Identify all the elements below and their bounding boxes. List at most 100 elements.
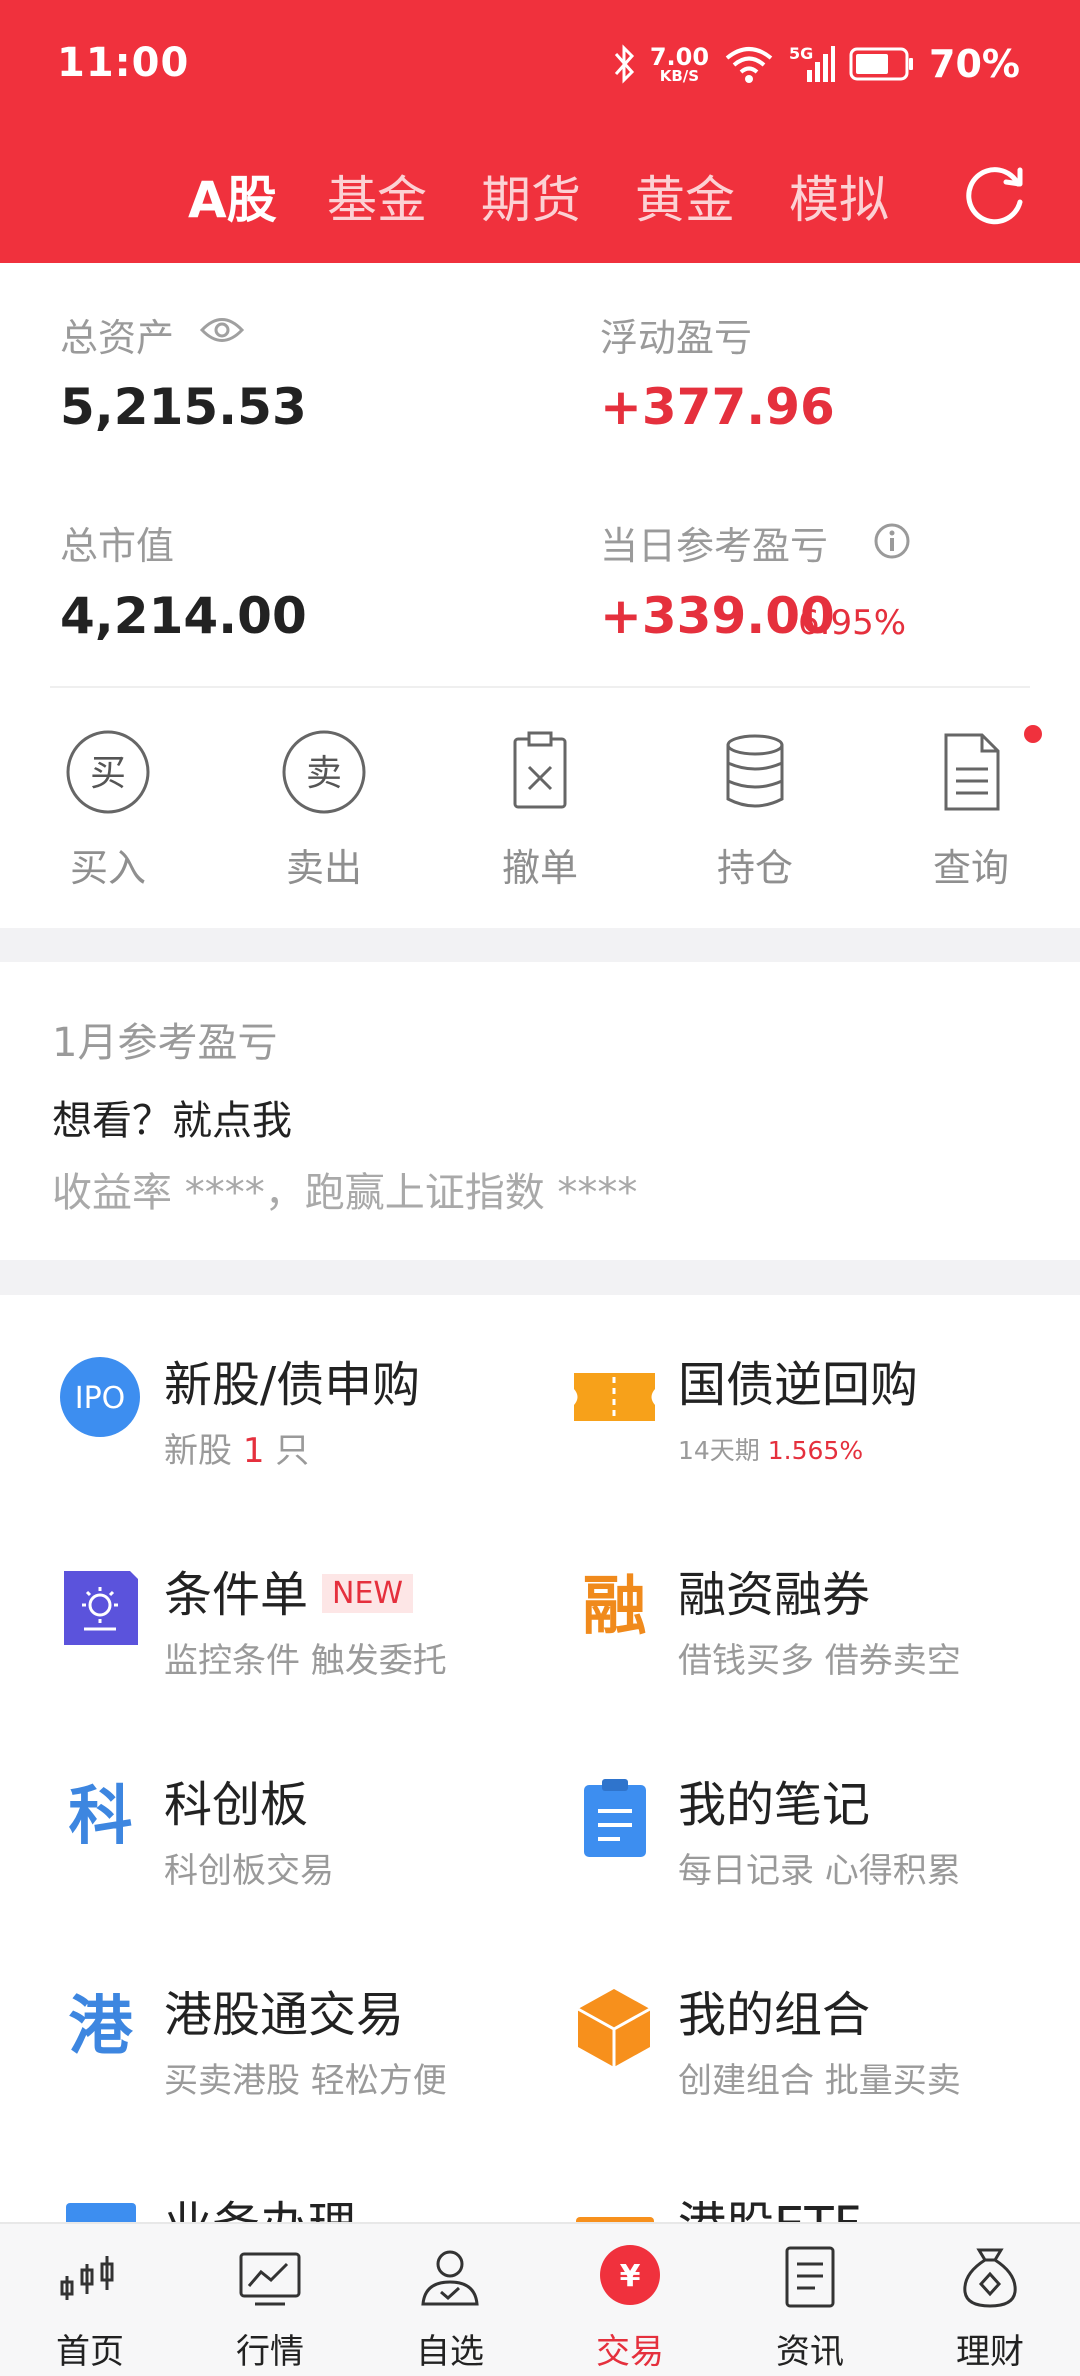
conditional-title: 条件单 NEW: [164, 1555, 414, 1625]
bluetooth-icon: [614, 44, 634, 84]
buy-icon-glyph: 买: [90, 753, 126, 794]
notes-title: 我的笔记: [678, 1777, 871, 1833]
portfolio-subtitle: 创建组合 批量买卖: [678, 2061, 961, 2101]
cellular-signal: 5G: [789, 44, 836, 84]
holdings-icon: [726, 734, 784, 808]
my-portfolio[interactable]: 我的组合 创建组合 批量买卖: [572, 1975, 1032, 2125]
star-market-icon: 科: [68, 1780, 133, 1854]
repo-rate: 1.565%: [767, 1436, 864, 1465]
header: 11:00 7.00 KB/S 5G 70% A股 基金 期货 黄金 模拟: [0, 0, 1080, 263]
monthly-pl-summary: 收益率 ****，跑赢上证指数 ****: [52, 1170, 638, 1216]
divider: [50, 686, 1030, 688]
hk-title: 港股通交易: [164, 1987, 405, 2043]
business-handling[interactable]: 业务办理: [58, 2185, 518, 2225]
nav-news[interactable]: 资讯: [730, 2242, 890, 2373]
notification-dot: [1024, 725, 1042, 743]
tab-gold[interactable]: 黄金: [635, 160, 735, 232]
tab-a-shares[interactable]: A股: [188, 160, 277, 232]
margin-trading-icon: 融: [582, 1570, 647, 1644]
nav-news-label: 资讯: [776, 2332, 844, 2372]
hk-etf[interactable]: 港股ETF: [572, 2185, 1032, 2225]
cancel-order-icon: [513, 731, 567, 809]
cancel-order-button[interactable]: 撤单: [440, 727, 640, 892]
holdings-button[interactable]: 持仓: [655, 727, 855, 892]
sell-label: 卖出: [285, 846, 362, 890]
trade-yuan-icon: ¥: [600, 2245, 660, 2305]
my-notes[interactable]: 我的笔记 每日记录 心得积累: [572, 1765, 1032, 1915]
ipo-subscription[interactable]: IPO 新股/债申购 新股 1 只: [58, 1345, 518, 1495]
cancel-order-label: 撤单: [501, 846, 578, 890]
monthly-pl-card[interactable]: 1月参考盈亏 想看？就点我 收益率 ****，跑赢上证指数 ****: [0, 962, 1080, 1260]
total-assets-value: 5,215.53: [60, 378, 307, 436]
sell-button[interactable]: 卖 卖出: [224, 727, 424, 892]
nav-wealth[interactable]: 理财: [910, 2242, 1070, 2373]
watchlist-person-icon: [421, 2250, 479, 2306]
ipo-title: 新股/债申购: [164, 1357, 421, 1413]
assets-panel: 总资产 5,215.53 浮动盈亏 +377.96 总市值 4,214.00 当…: [0, 263, 1080, 928]
nav-market[interactable]: 行情: [190, 2242, 350, 2373]
nav-wealth-label: 理财: [956, 2332, 1024, 2372]
conditional-subtitle: 监控条件 触发委托: [164, 1641, 447, 1681]
market-value-value: 4,214.00: [60, 587, 307, 645]
star-market[interactable]: 科 科创板 科创板交易: [58, 1765, 518, 1915]
nav-watchlist-label: 自选: [416, 2332, 484, 2372]
query-button[interactable]: 查询: [871, 727, 1071, 892]
hk-subtitle: 买卖港股 轻松方便: [164, 2061, 447, 2101]
treasury-reverse-repo[interactable]: 国债逆回购 14天期 1.565%: [572, 1345, 1032, 1495]
margin-subtitle: 借钱买多 借券卖空: [678, 1641, 961, 1681]
monthly-pl-title: 1月参考盈亏: [52, 1020, 278, 1066]
hk-connect-icon: 港: [68, 1990, 133, 2064]
market-chart-icon: [239, 2252, 301, 2306]
repo-subtitle: 14天期 1.565%: [678, 1436, 864, 1465]
nav-home[interactable]: 首页: [10, 2242, 170, 2373]
ipo-icon-text: IPO: [75, 1381, 126, 1416]
query-label: 查询: [932, 846, 1009, 890]
tab-futures[interactable]: 期货: [481, 160, 581, 232]
ipo-subtitle: 新股 1 只: [164, 1431, 310, 1471]
total-assets-label: 总资产: [60, 316, 175, 360]
tab-simulation[interactable]: 模拟: [789, 160, 889, 232]
new-badge: NEW: [322, 1574, 414, 1613]
hk-etf-title: 港股ETF: [678, 2197, 862, 2225]
ticket-icon: [574, 1373, 655, 1421]
nav-market-label: 行情: [236, 2332, 304, 2372]
ipo-count: 1: [242, 1431, 265, 1471]
nav-trade[interactable]: ¥ 交易: [550, 2242, 710, 2373]
hk-etf-icon: [576, 2217, 654, 2225]
clipboard-icon: [584, 1779, 646, 1857]
refresh-icon[interactable]: [960, 160, 1030, 230]
hk-connect-trading[interactable]: 港 港股通交易 买卖港股 轻松方便: [58, 1975, 518, 2125]
nav-watchlist[interactable]: 自选: [370, 2242, 530, 2373]
business-icon: [66, 2203, 136, 2225]
conditional-order[interactable]: 条件单 NEW 监控条件 触发委托: [58, 1555, 518, 1705]
status-time: 11:00: [57, 40, 190, 86]
monthly-pl-prompt[interactable]: 想看？就点我: [52, 1088, 292, 1146]
star-market-subtitle: 科创板交易: [164, 1851, 334, 1891]
margin-title: 融资融券: [678, 1567, 871, 1623]
notes-subtitle: 每日记录 心得积累: [678, 1851, 961, 1891]
net-speed: 7.00 KB/S: [649, 42, 710, 85]
wifi-icon: [725, 47, 773, 83]
battery-icon: [849, 47, 914, 81]
buy-button[interactable]: 买 买入: [8, 727, 208, 892]
status-indicators: 7.00 KB/S 5G 70%: [612, 36, 1020, 92]
battery-percent: 70%: [929, 42, 1020, 86]
sell-icon: 卖: [282, 730, 366, 814]
daily-pl-label: 当日参考盈亏: [600, 524, 829, 568]
market-value-label: 总市值: [60, 524, 175, 568]
eye-icon[interactable]: [200, 315, 244, 345]
category-tabs: A股 基金 期货 黄金 模拟: [0, 150, 1080, 230]
floating-pl-label: 浮动盈亏: [600, 316, 753, 360]
signal-icon: [807, 46, 836, 82]
margin-trading[interactable]: 融 融资融券 借钱买多 借券卖空: [572, 1555, 1032, 1705]
ipo-icon: IPO: [60, 1357, 140, 1437]
nav-trade-label: 交易: [596, 2332, 664, 2372]
holdings-label: 持仓: [716, 846, 793, 890]
floating-pl-value: +377.96: [600, 378, 835, 436]
tab-funds[interactable]: 基金: [327, 160, 427, 232]
trade-screen: 11:00 7.00 KB/S 5G 70% A股 基金 期货 黄金 模拟 总资…: [0, 0, 1080, 2376]
nav-home-label: 首页: [56, 2332, 124, 2372]
info-icon[interactable]: [872, 521, 912, 561]
business-title: 业务办理: [164, 2197, 357, 2225]
news-icon: [785, 2246, 835, 2308]
